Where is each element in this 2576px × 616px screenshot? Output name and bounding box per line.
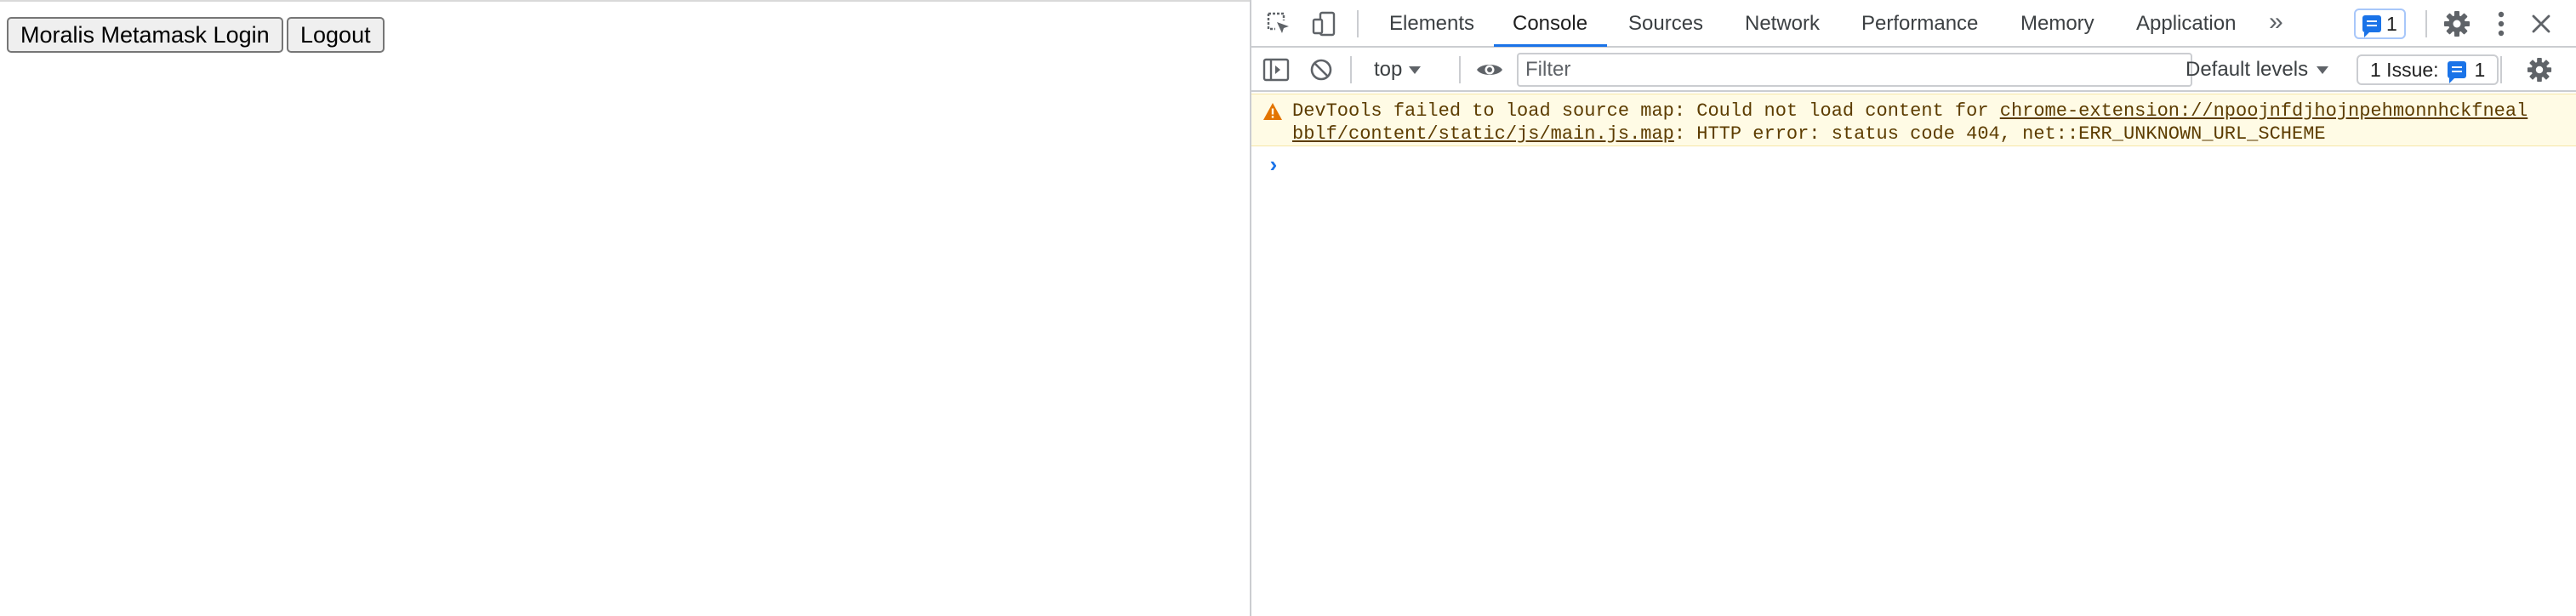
warning-text: DevTools failed to load source map: Coul…	[1292, 100, 2560, 145]
console-warning-message: DevTools failed to load source map: Coul…	[1251, 94, 2576, 146]
console-settings-gear-icon[interactable]	[2526, 56, 2553, 83]
tab-network[interactable]: Network	[1745, 0, 1820, 46]
close-icon[interactable]	[2528, 10, 2555, 37]
message-icon	[2362, 15, 2381, 37]
warning-suffix: : HTTP error: status code 404, net::ERR_…	[1673, 123, 2326, 145]
console-toolbar: top Default levels 1 Issue: 1	[1251, 48, 2576, 92]
tab-sources[interactable]: Sources	[1628, 0, 1703, 46]
toolbar-divider	[1350, 56, 1352, 83]
device-toolbar-icon[interactable]	[1311, 10, 1338, 37]
devtools-tab-bar: Elements Console Sources Network Perform…	[1251, 0, 2576, 48]
log-levels-label: Default levels	[2186, 58, 2309, 81]
sidebar-toggle-icon[interactable]	[1262, 56, 1291, 83]
javascript-context-selector[interactable]: top	[1374, 54, 1422, 85]
gear-icon[interactable]	[2442, 9, 2471, 38]
devtools-panel: Elements Console Sources Network Perform…	[1250, 0, 2576, 616]
chevron-down-icon	[2317, 66, 2329, 74]
inspect-element-icon[interactable]	[1265, 10, 1292, 37]
issue-icon	[2447, 61, 2466, 83]
clear-console-icon[interactable]	[1308, 56, 1335, 83]
tab-elements[interactable]: Elements	[1389, 0, 1474, 46]
tab-memory[interactable]: Memory	[2020, 0, 2094, 46]
issues-count: 1	[2474, 58, 2486, 81]
context-label: top	[1374, 58, 1403, 81]
chevron-down-icon	[1409, 66, 1422, 74]
kebab-menu-icon[interactable]	[2490, 9, 2512, 38]
tab-performance[interactable]: Performance	[1861, 0, 1978, 46]
toolbar-divider	[2425, 10, 2427, 37]
console-filter-input[interactable]	[1517, 53, 2192, 87]
web-page: Moralis Metamask Login Logout	[0, 0, 1250, 616]
issues-button[interactable]: 1 Issue: 1	[2357, 54, 2499, 85]
logout-button[interactable]: Logout	[287, 17, 385, 53]
toolbar-divider	[1357, 10, 1359, 37]
tab-application[interactable]: Application	[2136, 0, 2236, 46]
toolbar-divider	[1459, 56, 1461, 83]
toolbar-divider	[2500, 56, 2502, 83]
moralis-metamask-login-button[interactable]: Moralis Metamask Login	[7, 17, 283, 53]
messages-badge[interactable]: 1	[2354, 9, 2406, 39]
source-map-link[interactable]: chrome-extension://npoojnfdjhojnpehmonnh…	[2000, 100, 2528, 122]
more-tabs-button[interactable]: »	[2269, 0, 2283, 46]
active-tab-indicator	[1494, 44, 1607, 47]
messages-count: 1	[2386, 12, 2397, 35]
log-levels-dropdown[interactable]: Default levels	[2186, 54, 2329, 85]
console-prompt[interactable]: ›	[1267, 155, 1280, 177]
issues-label: 1 Issue:	[2370, 58, 2439, 81]
warning-prefix: DevTools failed to load source map: Coul…	[1292, 100, 2000, 122]
eye-icon[interactable]	[1474, 56, 1505, 83]
warning-triangle-icon	[1262, 101, 1284, 122]
tab-console[interactable]: Console	[1513, 0, 1587, 46]
source-map-link-continued[interactable]: bblf/content/static/js/main.js.map	[1292, 123, 1674, 145]
